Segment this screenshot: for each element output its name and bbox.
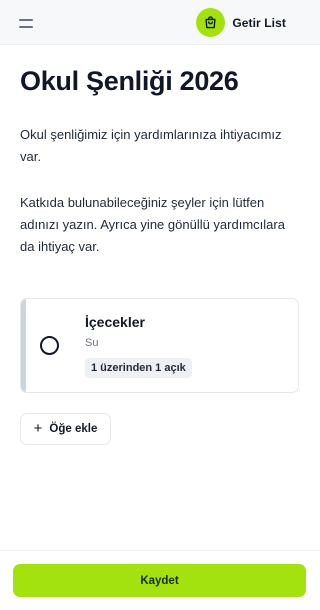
page-title: Okul Şenliği 2026 [20,66,239,96]
item-checkbox[interactable] [40,336,59,355]
menu-line [19,18,33,21]
plus-icon: + [33,420,43,437]
add-item-button[interactable]: + Öğe ekle [20,413,111,445]
item-status-badge: 1 üzerinden 1 açık [85,358,192,378]
menu-icon[interactable] [14,14,38,32]
shopping-bag-icon [196,8,226,37]
item-subtitle: Su [85,337,99,349]
app-root: Getir List Okul Şenliği 2026 Okul şenliğ… [0,0,320,610]
description-paragraph: Katkıda bulunabileceğiniz şeyler için lü… [20,195,285,254]
brand-name: Getir List [232,15,286,30]
save-button[interactable]: Kaydet [13,564,306,597]
card-accent-bar [21,299,26,392]
add-item-label: Öğe ekle [49,423,98,435]
description-paragraph: Okul şenliğimiz için yardımlarınıza ihti… [20,127,282,164]
brand-link[interactable]: Getir List [196,8,286,37]
menu-line [19,25,33,28]
item-title: İçecekler [85,314,145,330]
top-bar: Getir List [0,0,320,45]
bottom-bar: Kaydet [0,550,320,610]
list-item-card[interactable]: İçecekler Su 1 üzerinden 1 açık [20,298,299,393]
